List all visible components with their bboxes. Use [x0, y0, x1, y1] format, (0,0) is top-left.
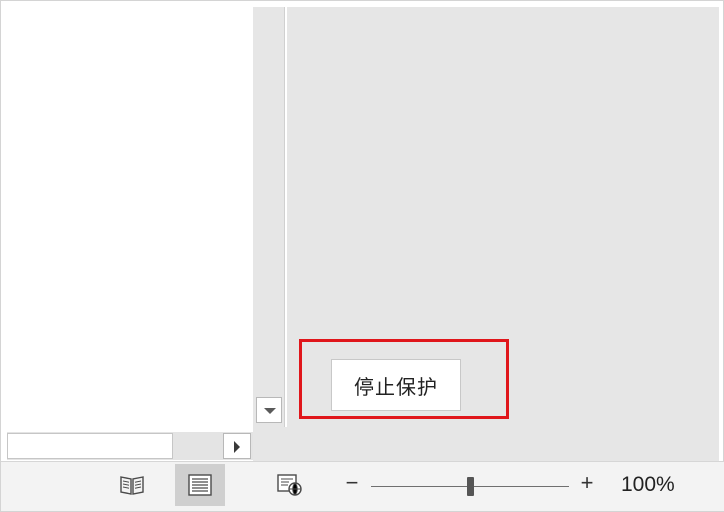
- print-layout-button[interactable]: [175, 464, 225, 506]
- status-bar: − + 100%: [1, 461, 724, 511]
- document-page[interactable]: [7, 7, 253, 431]
- web-layout-button[interactable]: [265, 464, 315, 506]
- scroll-down-arrow-icon[interactable]: [256, 397, 282, 423]
- stop-protection-button[interactable]: 停止保护: [331, 359, 461, 411]
- zoom-out-button[interactable]: −: [343, 470, 361, 496]
- pane-divider: [253, 427, 287, 461]
- scroll-right-arrow-icon[interactable]: [223, 433, 251, 459]
- zoom-level-label[interactable]: 100%: [621, 473, 675, 497]
- book-open-icon: [120, 476, 144, 495]
- window-frame: 停止保护 − + 100%: [0, 0, 724, 512]
- horizontal-scrollbar[interactable]: [7, 432, 253, 460]
- horizontal-scroll-thumb[interactable]: [7, 433, 173, 459]
- zoom-slider-thumb[interactable]: [467, 477, 474, 496]
- web-layout-icon: [277, 474, 302, 496]
- zoom-in-button[interactable]: +: [577, 470, 597, 496]
- read-mode-button[interactable]: [107, 464, 157, 506]
- print-layout-icon: [188, 474, 212, 496]
- vertical-scrollbar[interactable]: [253, 7, 285, 427]
- zoom-slider[interactable]: [371, 477, 569, 496]
